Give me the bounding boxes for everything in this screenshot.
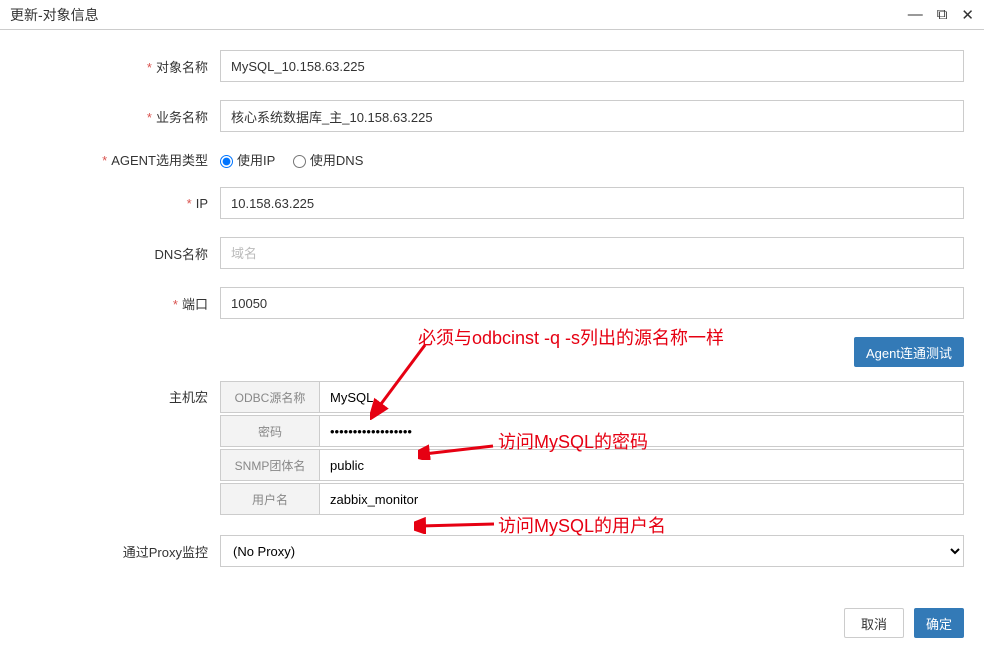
- label-host-macro: 主机宏: [20, 381, 220, 406]
- macro-snmp-input[interactable]: [320, 449, 964, 481]
- row-port: *端口: [20, 287, 964, 319]
- footer: 取消 确定: [844, 608, 964, 638]
- port-input[interactable]: [220, 287, 964, 319]
- radio-use-ip[interactable]: 使用IP: [220, 153, 275, 168]
- macro-odbc-input[interactable]: [320, 381, 964, 413]
- label-agent-type: *AGENT选用类型: [20, 150, 220, 169]
- agent-test-button[interactable]: Agent连通测试: [854, 337, 964, 367]
- window-controls: — ⧉ ✕: [908, 6, 974, 24]
- window-title: 更新-对象信息: [10, 5, 99, 25]
- macro-username-input[interactable]: [320, 483, 964, 515]
- row-dns: DNS名称: [20, 237, 964, 269]
- titlebar: 更新-对象信息 — ⧉ ✕: [0, 0, 984, 30]
- macro-password-label: 密码: [220, 415, 320, 447]
- ip-input[interactable]: [220, 187, 964, 219]
- confirm-button[interactable]: 确定: [914, 608, 964, 638]
- agent-test-row: Agent连通测试: [20, 337, 964, 367]
- label-dns: DNS名称: [20, 244, 220, 263]
- label-ip: *IP: [20, 196, 220, 211]
- row-host-macro: 主机宏 ODBC源名称 密码 SNMP团体名 用户名: [20, 381, 964, 517]
- row-ip: *IP: [20, 187, 964, 219]
- macro-username: 用户名: [220, 483, 964, 515]
- macro-username-label: 用户名: [220, 483, 320, 515]
- maximize-icon[interactable]: ⧉: [937, 6, 948, 24]
- minimize-icon[interactable]: —: [908, 6, 923, 24]
- object-name-input[interactable]: [220, 50, 964, 82]
- radio-use-dns[interactable]: 使用DNS: [293, 153, 363, 168]
- proxy-select[interactable]: (No Proxy): [220, 535, 964, 567]
- row-business-name: *业务名称: [20, 100, 964, 132]
- macro-odbc: ODBC源名称: [220, 381, 964, 413]
- label-object-name: *对象名称: [20, 57, 220, 76]
- row-object-name: *对象名称: [20, 50, 964, 82]
- close-icon[interactable]: ✕: [961, 6, 974, 24]
- row-agent-type: *AGENT选用类型 使用IP 使用DNS: [20, 150, 964, 169]
- business-name-input[interactable]: [220, 100, 964, 132]
- cancel-button[interactable]: 取消: [844, 608, 904, 638]
- row-proxy: 通过Proxy监控 (No Proxy): [20, 535, 964, 567]
- label-business-name: *业务名称: [20, 107, 220, 126]
- macro-password: 密码: [220, 415, 964, 447]
- macro-odbc-label: ODBC源名称: [220, 381, 320, 413]
- form-area: *对象名称 *业务名称 *AGENT选用类型 使用IP 使用DNS *IP DN…: [0, 30, 984, 595]
- macro-snmp-label: SNMP团体名: [220, 449, 320, 481]
- macro-snmp: SNMP团体名: [220, 449, 964, 481]
- macro-password-input[interactable]: [320, 415, 964, 447]
- label-port: *端口: [20, 294, 220, 313]
- dns-input[interactable]: [220, 237, 964, 269]
- label-proxy: 通过Proxy监控: [20, 542, 220, 561]
